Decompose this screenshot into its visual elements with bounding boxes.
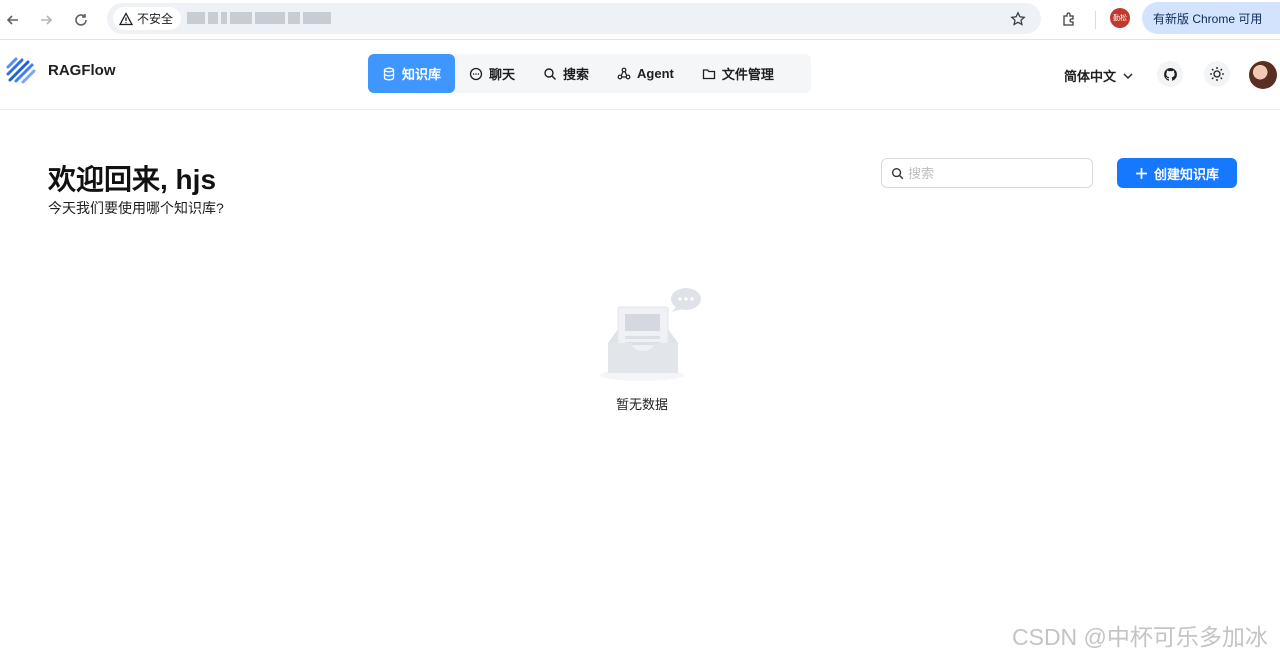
search-icon	[891, 167, 904, 179]
profile-label: 勤松	[1113, 15, 1127, 22]
plus-icon	[1136, 167, 1147, 179]
security-chip[interactable]: 不安全	[113, 7, 182, 30]
user-avatar[interactable]	[1249, 61, 1277, 89]
theme-toggle-button[interactable]	[1204, 61, 1230, 87]
tab-chat[interactable]: 聊天	[455, 54, 529, 93]
profile-avatar[interactable]: 勤松	[1110, 8, 1130, 28]
ragflow-logo-icon[interactable]	[6, 55, 38, 87]
main-nav: 知识库 聊天 搜索 Agent 文件管理	[368, 54, 811, 93]
back-icon[interactable]	[1, 8, 25, 32]
tab-label: 聊天	[489, 67, 516, 82]
extensions-icon[interactable]	[1057, 7, 1081, 31]
security-label: 不安全	[137, 12, 174, 26]
folder-icon	[702, 68, 716, 79]
tab-label: 知识库	[402, 67, 442, 82]
watermark: CSDN @中杯可乐多加冰	[1012, 624, 1268, 650]
browser-toolbar: 不安全 勤松 有新版 Chrome 可用	[0, 0, 1280, 40]
tab-label: 文件管理	[721, 67, 774, 82]
tab-label: Agent	[637, 66, 674, 81]
agent-icon	[617, 67, 631, 79]
tab-agent[interactable]: Agent	[603, 54, 688, 93]
sun-icon	[1210, 67, 1224, 81]
url-text-redacted	[187, 12, 347, 26]
warning-icon	[119, 11, 133, 25]
language-label: 简体中文	[1064, 69, 1117, 84]
tab-search[interactable]: 搜索	[529, 54, 603, 93]
empty-state-text: 暂无数据	[615, 397, 668, 412]
toolbar-separator	[1095, 11, 1096, 29]
search-icon	[544, 67, 557, 80]
forward-icon[interactable]	[34, 8, 58, 32]
brand-name[interactable]: RAGFlow	[48, 62, 116, 79]
chevron-down-icon	[1123, 73, 1133, 79]
bookmark-star-icon[interactable]	[1007, 8, 1029, 30]
chat-icon	[469, 67, 483, 80]
reload-icon[interactable]	[69, 8, 93, 32]
address-bar[interactable]: 不安全	[107, 3, 1041, 34]
empty-inbox-icon	[600, 288, 701, 381]
welcome-subtitle: 今天我们要使用哪个知识库?	[48, 200, 224, 216]
github-icon	[1163, 67, 1177, 81]
chrome-update-button[interactable]: 有新版 Chrome 可用	[1142, 2, 1280, 34]
search-input[interactable]	[908, 165, 1078, 181]
database-icon	[383, 67, 395, 80]
update-label: 有新版 Chrome 可用	[1153, 11, 1263, 26]
create-button-label: 创建知识库	[1153, 166, 1219, 182]
tab-label: 搜索	[563, 67, 590, 82]
tab-file-management[interactable]: 文件管理	[688, 54, 788, 93]
language-selector[interactable]: 简体中文	[1064, 66, 1134, 85]
welcome-title: 欢迎回来, hjs	[48, 164, 217, 195]
create-knowledge-base-button[interactable]: 创建知识库	[1117, 158, 1237, 188]
tab-knowledge-base[interactable]: 知识库	[368, 54, 456, 93]
knowledge-search[interactable]	[881, 158, 1093, 188]
app-header: RAGFlow 知识库 聊天 搜索 Agent 文件管理 简体中文	[0, 41, 1280, 110]
github-button[interactable]	[1157, 61, 1183, 87]
